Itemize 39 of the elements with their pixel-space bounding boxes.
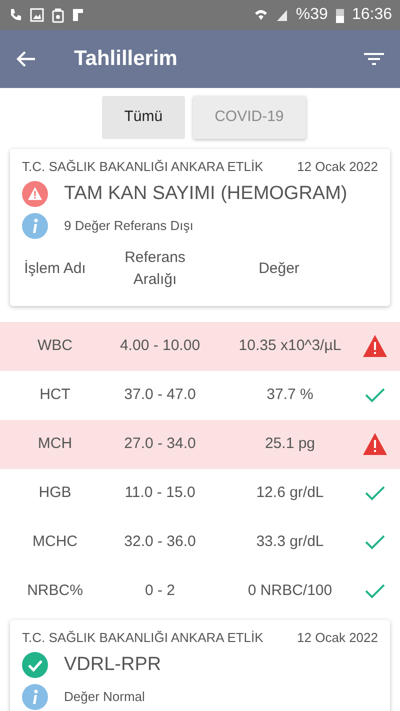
test-code: WBC: [36, 336, 74, 356]
test-code: HGB: [38, 482, 72, 503]
reference-range: 11.0 - 15.0: [124, 482, 196, 503]
summary-text: 9 Değer Referans Dışı: [64, 216, 194, 235]
column-header: İşlem Adı: [23, 258, 87, 279]
filter-tab[interactable]: Tümü: [102, 96, 185, 138]
result-value: 25.1 pg: [264, 434, 316, 454]
signal-icon: [276, 8, 288, 22]
test-name: VDRL-RPR: [64, 653, 162, 677]
battery-icon: [336, 8, 344, 22]
clock: 16:36: [352, 5, 392, 25]
result-value: 37.7 %: [266, 385, 314, 405]
result-value: 10.35 x10^3/µL: [238, 336, 342, 356]
test-code: NRBC%: [26, 580, 84, 601]
column-header: Değer: [258, 258, 300, 279]
app-title: Tahlillerim: [74, 46, 178, 72]
reference-range: 32.0 - 36.0: [123, 532, 197, 552]
reference-range: 37.0 - 47.0: [123, 384, 197, 405]
result-date: 12 Ocak 2022: [297, 628, 378, 646]
reference-range: 4.00 - 10.00: [118, 336, 202, 356]
result-date: 12 Ocak 2022: [297, 158, 378, 176]
result-value: 0 NRBC/100: [246, 581, 334, 601]
column-header: Referans Aralığı: [124, 248, 186, 290]
test-code: MCHC: [32, 532, 78, 552]
result-value: 12.6 gr/dL: [255, 483, 325, 503]
summary-text: Değer Normal: [64, 688, 145, 706]
info-icon: [22, 212, 48, 238]
phone-icon: [8, 8, 22, 22]
wifi-icon: [254, 8, 268, 22]
test-code: HCT: [38, 384, 72, 405]
image-icon: [30, 8, 44, 22]
result-value: 33.3 gr/dL: [255, 532, 325, 552]
test-code: MCH: [36, 434, 74, 454]
test-name: TAM KAN SAYIMI (HEMOGRAM): [64, 182, 348, 206]
reference-range: 0 - 2: [144, 580, 176, 601]
battery-level: %39: [296, 5, 328, 25]
institution-name: T.C. SAĞLIK BAKANLIĞI ANKARA ETLİK: [22, 628, 264, 646]
reference-range: 27.0 - 34.0: [123, 434, 197, 454]
institution-name: T.C. SAĞLIK BAKANLIĞI ANKARA ETLİK: [22, 158, 264, 176]
